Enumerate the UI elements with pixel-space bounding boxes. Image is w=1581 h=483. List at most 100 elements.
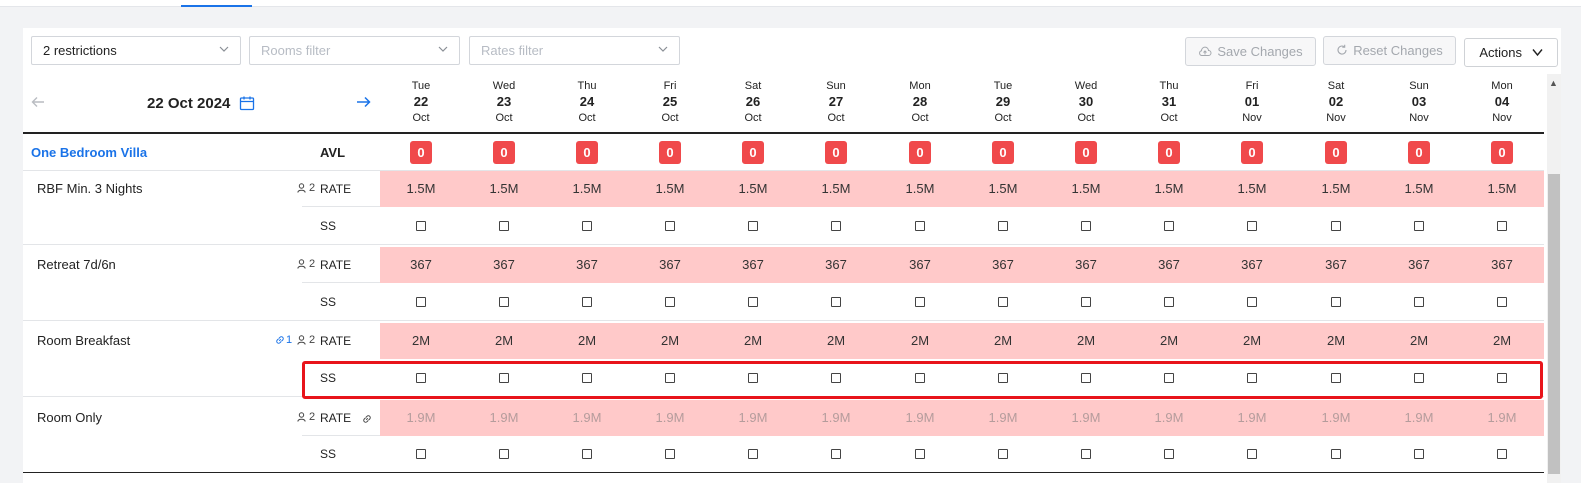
rate-cell[interactable]: 2M <box>1472 333 1532 348</box>
stop-sell-checkbox[interactable] <box>665 221 675 231</box>
availability-badge[interactable]: 0 <box>1408 141 1430 164</box>
stop-sell-checkbox[interactable] <box>1331 449 1341 459</box>
stop-sell-checkbox[interactable] <box>1247 297 1257 307</box>
rate-cell[interactable]: 2M <box>973 333 1033 348</box>
availability-badge[interactable]: 0 <box>659 141 681 164</box>
rate-cell[interactable]: 1.5M <box>1222 181 1282 196</box>
stop-sell-checkbox[interactable] <box>831 221 841 231</box>
availability-badge[interactable]: 0 <box>909 141 931 164</box>
rate-cell[interactable]: 2M <box>723 333 783 348</box>
availability-badge[interactable]: 0 <box>1158 141 1180 164</box>
rate-cell[interactable]: 1.5M <box>557 181 617 196</box>
stop-sell-checkbox[interactable] <box>1331 297 1341 307</box>
vertical-scrollbar[interactable]: ▲ <box>1547 74 1561 483</box>
stop-sell-checkbox[interactable] <box>499 297 509 307</box>
rate-cell[interactable]: 1.5M <box>1472 181 1532 196</box>
rate-cell[interactable]: 367 <box>391 257 451 272</box>
stop-sell-checkbox[interactable] <box>1164 297 1174 307</box>
availability-badge[interactable]: 0 <box>1325 141 1347 164</box>
rate-cell[interactable]: 2M <box>391 333 451 348</box>
rate-cell[interactable]: 2M <box>1306 333 1366 348</box>
rate-cell[interactable]: 1.5M <box>1056 181 1116 196</box>
rate-cell[interactable]: 367 <box>890 257 950 272</box>
rate-cell[interactable]: 2M <box>557 333 617 348</box>
availability-badge[interactable]: 0 <box>1241 141 1263 164</box>
scroll-up-icon[interactable]: ▲ <box>1549 78 1558 88</box>
stop-sell-checkbox[interactable] <box>915 297 925 307</box>
stop-sell-checkbox[interactable] <box>1497 449 1507 459</box>
stop-sell-checkbox[interactable] <box>748 221 758 231</box>
rate-cell[interactable]: 367 <box>1056 257 1116 272</box>
availability-badge[interactable]: 0 <box>576 141 598 164</box>
rate-cell[interactable]: 367 <box>474 257 534 272</box>
rates-filter-select[interactable]: Rates filter <box>469 36 680 65</box>
availability-badge[interactable]: 0 <box>410 141 432 164</box>
rate-cell[interactable]: 2M <box>1389 333 1449 348</box>
rate-cell[interactable]: 367 <box>1222 257 1282 272</box>
rate-cell[interactable]: 367 <box>557 257 617 272</box>
stop-sell-checkbox[interactable] <box>1247 449 1257 459</box>
arrow-left-icon[interactable] <box>31 96 45 108</box>
stop-sell-checkbox[interactable] <box>1497 297 1507 307</box>
rate-cell[interactable]: 1.5M <box>1139 181 1199 196</box>
stop-sell-checkbox[interactable] <box>499 449 509 459</box>
stop-sell-checkbox[interactable] <box>1497 221 1507 231</box>
rate-cell[interactable]: 1.5M <box>723 181 783 196</box>
rate-cell[interactable]: 367 <box>973 257 1033 272</box>
stop-sell-checkbox[interactable] <box>1164 221 1174 231</box>
availability-badge[interactable]: 0 <box>493 141 515 164</box>
rate-cell[interactable]: 1.5M <box>973 181 1033 196</box>
stop-sell-checkbox[interactable] <box>748 449 758 459</box>
rate-cell[interactable]: 1.5M <box>474 181 534 196</box>
room-name[interactable]: One Bedroom Villa <box>31 145 147 160</box>
stop-sell-checkbox[interactable] <box>1414 221 1424 231</box>
rate-cell[interactable]: 2M <box>890 333 950 348</box>
rate-cell[interactable]: 2M <box>1139 333 1199 348</box>
save-changes-button[interactable]: Save Changes <box>1185 37 1316 66</box>
rate-cell[interactable]: 1.5M <box>806 181 866 196</box>
rate-cell[interactable]: 367 <box>640 257 700 272</box>
rate-cell[interactable]: 367 <box>1389 257 1449 272</box>
rate-cell[interactable]: 367 <box>806 257 866 272</box>
stop-sell-checkbox[interactable] <box>831 297 841 307</box>
stop-sell-checkbox[interactable] <box>915 449 925 459</box>
rate-cell[interactable]: 1.5M <box>391 181 451 196</box>
actions-button[interactable]: Actions <box>1464 38 1558 67</box>
stop-sell-checkbox[interactable] <box>1081 449 1091 459</box>
stop-sell-checkbox[interactable] <box>665 297 675 307</box>
rate-plan-name[interactable]: Room Breakfast <box>37 333 130 348</box>
availability-badge[interactable]: 0 <box>825 141 847 164</box>
stop-sell-checkbox[interactable] <box>416 221 426 231</box>
rate-cell[interactable]: 2M <box>1056 333 1116 348</box>
availability-badge[interactable]: 0 <box>1491 141 1513 164</box>
stop-sell-checkbox[interactable] <box>998 449 1008 459</box>
stop-sell-checkbox[interactable] <box>1164 449 1174 459</box>
stop-sell-checkbox[interactable] <box>582 449 592 459</box>
rate-cell[interactable]: 367 <box>1139 257 1199 272</box>
reset-changes-button[interactable]: Reset Changes <box>1323 36 1456 65</box>
scrollbar-thumb[interactable] <box>1548 174 1560 474</box>
calendar-icon[interactable] <box>239 95 255 111</box>
stop-sell-checkbox[interactable] <box>1331 221 1341 231</box>
rate-plan-name[interactable]: Retreat 7d/6n <box>37 257 116 272</box>
availability-badge[interactable]: 0 <box>1075 141 1097 164</box>
stop-sell-checkbox[interactable] <box>831 449 841 459</box>
stop-sell-checkbox[interactable] <box>748 297 758 307</box>
availability-badge[interactable]: 0 <box>992 141 1014 164</box>
rooms-filter-select[interactable]: Rooms filter <box>249 36 460 65</box>
availability-badge[interactable]: 0 <box>742 141 764 164</box>
stop-sell-checkbox[interactable] <box>998 221 1008 231</box>
stop-sell-checkbox[interactable] <box>665 449 675 459</box>
rate-cell[interactable]: 2M <box>806 333 866 348</box>
stop-sell-checkbox[interactable] <box>1414 449 1424 459</box>
rate-cell[interactable]: 1.5M <box>1306 181 1366 196</box>
rate-cell[interactable]: 1.5M <box>890 181 950 196</box>
rate-cell[interactable]: 367 <box>723 257 783 272</box>
rate-cell[interactable]: 367 <box>1472 257 1532 272</box>
stop-sell-checkbox[interactable] <box>915 221 925 231</box>
stop-sell-checkbox[interactable] <box>499 221 509 231</box>
rate-cell[interactable]: 2M <box>1222 333 1282 348</box>
arrow-right-icon[interactable] <box>356 96 371 108</box>
stop-sell-checkbox[interactable] <box>582 297 592 307</box>
stop-sell-checkbox[interactable] <box>416 449 426 459</box>
